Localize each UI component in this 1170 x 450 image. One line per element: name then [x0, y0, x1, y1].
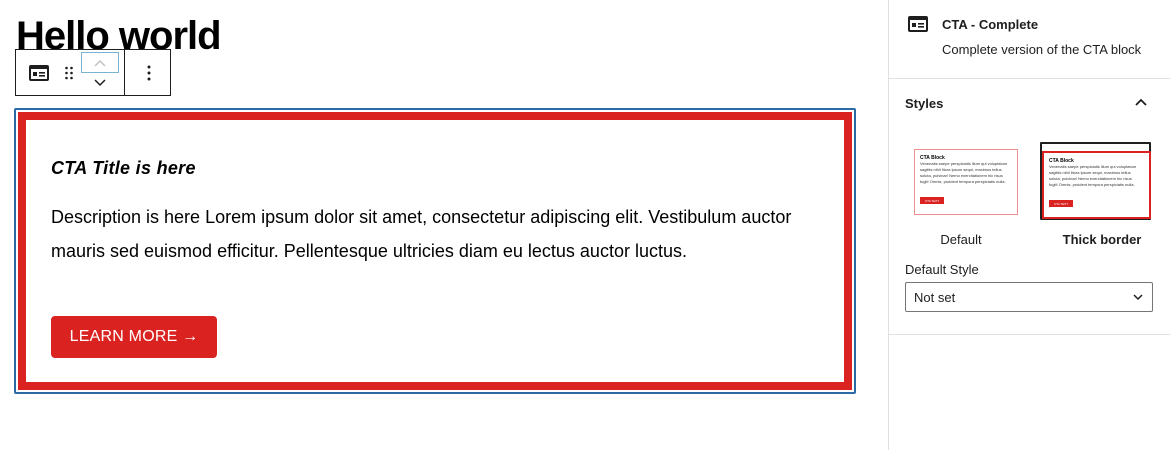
more-options-group	[125, 50, 173, 95]
block-switcher-group	[16, 50, 125, 95]
style-label-default: Default	[940, 232, 982, 247]
mini-cta-text: Venenatis saepe perspiciatis illum qui v…	[920, 161, 1008, 184]
styles-panel-title[interactable]: Styles	[905, 96, 943, 111]
panel-divider	[889, 334, 1170, 335]
block-toolbar	[15, 49, 171, 96]
move-down-button[interactable]	[81, 73, 119, 93]
style-preview-thick-border: CTA Block Venenatis saepe perspiciatis i…	[1040, 142, 1151, 220]
block-card-title: CTA - Complete	[942, 17, 1039, 32]
learn-more-button[interactable]: LEARN MORE →	[51, 316, 217, 358]
chevron-down-icon	[94, 79, 106, 87]
drag-handle-button[interactable]	[62, 50, 76, 95]
drag-handle-icon	[65, 66, 73, 79]
mini-cta-text: Venenatis saepe perspiciatis illum qui v…	[1049, 164, 1137, 187]
move-up-button[interactable]	[81, 52, 119, 73]
default-style-select[interactable]: Not set	[905, 282, 1153, 312]
block-card-icon-wrap	[908, 16, 928, 37]
chevron-up-icon	[1135, 98, 1147, 106]
block-card: CTA - Complete Complete version of the C…	[889, 0, 1170, 79]
cta-title[interactable]: CTA Title is here	[51, 158, 196, 179]
mini-cta-button: CTA TEXT	[1049, 200, 1073, 207]
default-style-label: Default Style	[905, 262, 979, 277]
style-label-thick-border: Thick border	[1062, 232, 1142, 247]
mini-cta: CTA Block Venenatis saepe perspiciatis i…	[914, 149, 1018, 215]
styles-panel-toggle[interactable]	[1133, 94, 1149, 110]
block-type-button[interactable]	[16, 50, 62, 95]
more-vertical-icon	[147, 65, 151, 80]
block-card-description: Complete version of the CTA block	[942, 42, 1142, 57]
editor-canvas: Hello world CTA Title is here Descriptio…	[0, 0, 888, 450]
style-option-thick-border[interactable]: CTA Block Venenatis saepe perspiciatis i…	[1037, 142, 1155, 247]
block-movers	[76, 50, 124, 95]
mini-cta: CTA Block Venenatis saepe perspiciatis i…	[1042, 151, 1151, 219]
style-option-default[interactable]: CTA Block Venenatis saepe perspiciatis i…	[906, 142, 1024, 247]
cta-block-icon	[29, 64, 49, 81]
chevron-down-icon	[1133, 294, 1143, 301]
chevron-up-icon	[94, 59, 106, 67]
cta-block-icon	[908, 16, 928, 32]
cta-block-selected[interactable]: CTA Title is here Description is here Lo…	[14, 108, 856, 394]
mini-cta-button: CTA TEXT	[920, 197, 944, 204]
style-preview-default: CTA Block Venenatis saepe perspiciatis i…	[910, 142, 1020, 220]
cta-description[interactable]: Description is here Lorem ipsum dolor si…	[51, 200, 821, 268]
more-options-button[interactable]	[125, 50, 173, 95]
default-style-value: Not set	[914, 289, 956, 305]
settings-sidebar: CTA - Complete Complete version of the C…	[888, 0, 1170, 450]
cta-block: CTA Title is here Description is here Lo…	[18, 112, 852, 390]
